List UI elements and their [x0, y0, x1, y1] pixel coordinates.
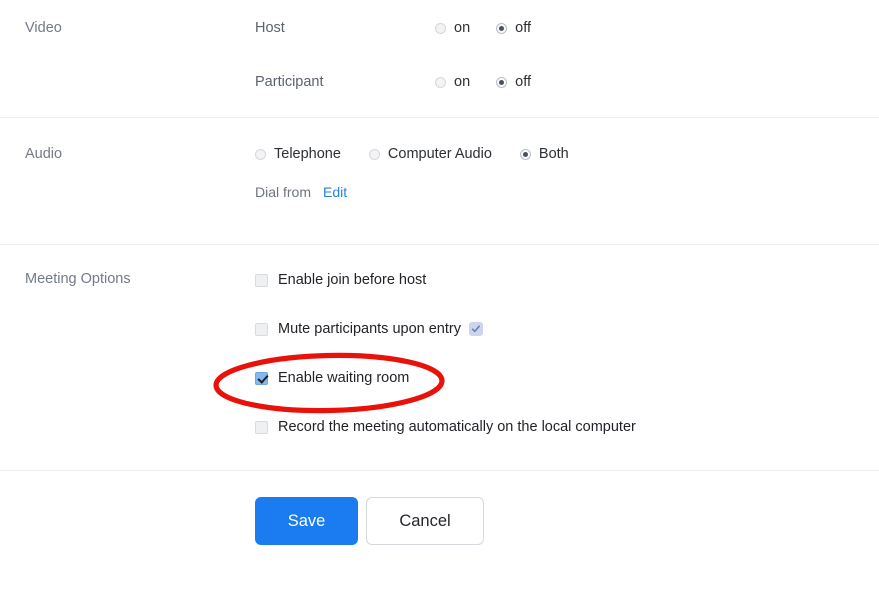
meeting-options-section: Meeting Options Enable join before host … [0, 245, 879, 471]
radio-icon[interactable] [435, 76, 446, 88]
checkbox-icon[interactable] [255, 420, 268, 434]
option-enable-join-before-host[interactable]: Enable join before host [255, 269, 879, 291]
video-host-radio-group: on off [435, 19, 531, 37]
action-bar: Save Cancel [0, 471, 879, 596]
option-record-meeting-automatically[interactable]: Record the meeting automatically on the … [255, 416, 879, 438]
audio-both-label: Both [538, 146, 569, 162]
video-participant-off-label: off [515, 74, 531, 90]
checkbox-icon[interactable] [255, 322, 268, 336]
video-section-body: Host on off Participant on off [255, 18, 879, 92]
video-participant-label: Participant [255, 74, 324, 90]
video-participant-on-label: on [454, 74, 471, 90]
dial-from-row: Dial from Edit [255, 183, 879, 201]
audio-radio-both[interactable]: Both [519, 145, 569, 163]
checkbox-checked-icon[interactable] [255, 371, 268, 385]
video-host-radio-off[interactable]: off [496, 19, 531, 37]
option-label: Enable waiting room [278, 370, 410, 386]
audio-telephone-label: Telephone [274, 146, 341, 162]
audio-section: Audio Telephone Computer Audio Both Dial… [0, 118, 879, 245]
option-label: Mute participants upon entry [278, 321, 461, 337]
audio-radio-telephone[interactable]: Telephone [255, 145, 341, 163]
action-bar-body: Save Cancel [255, 497, 879, 545]
audio-section-label: Audio [25, 146, 63, 162]
video-section: Video Host on off Participant on off [0, 0, 879, 118]
action-buttons: Save Cancel [255, 497, 879, 545]
meeting-options-section-label: Meeting Options [25, 271, 131, 287]
video-host-radio-on[interactable]: on [435, 19, 470, 37]
radio-selected-icon[interactable] [496, 22, 508, 34]
radio-icon[interactable] [368, 148, 380, 160]
audio-radio-computer-audio[interactable]: Computer Audio [368, 145, 492, 163]
audio-computer-audio-label: Computer Audio [387, 146, 492, 162]
radio-icon[interactable] [255, 148, 266, 160]
radio-icon[interactable] [435, 22, 446, 34]
option-label: Record the meeting automatically on the … [278, 419, 636, 435]
video-host-label: Host [255, 20, 285, 36]
video-host-on-label: on [454, 20, 471, 36]
option-label: Enable join before host [278, 272, 427, 288]
cancel-button[interactable]: Cancel [366, 497, 484, 545]
video-participant-row: Participant on off [255, 72, 879, 92]
radio-selected-icon[interactable] [519, 148, 531, 160]
meeting-options-body: Enable join before host Mute participant… [255, 269, 879, 438]
audio-radio-group: Telephone Computer Audio Both [255, 145, 597, 163]
settings-page: Video Host on off Participant on off Aud… [0, 0, 879, 596]
info-badge-icon[interactable] [468, 322, 483, 336]
video-participant-radio-off[interactable]: off [496, 73, 531, 91]
video-section-label: Video [25, 20, 62, 36]
radio-selected-icon[interactable] [496, 76, 508, 88]
audio-section-body: Telephone Computer Audio Both Dial from … [255, 144, 879, 201]
video-participant-radio-on[interactable]: on [435, 73, 470, 91]
video-participant-radio-group: on off [435, 73, 531, 91]
video-host-row: Host on off [255, 18, 879, 38]
dial-from-edit-link[interactable]: Edit [323, 183, 347, 201]
save-button[interactable]: Save [255, 497, 358, 545]
option-mute-participants-upon-entry[interactable]: Mute participants upon entry [255, 318, 879, 340]
checkbox-icon[interactable] [255, 273, 268, 287]
video-host-off-label: off [515, 20, 531, 36]
audio-options-row: Telephone Computer Audio Both [255, 144, 879, 164]
dial-from-label: Dial from [255, 184, 312, 200]
option-enable-waiting-room[interactable]: Enable waiting room [255, 367, 879, 389]
